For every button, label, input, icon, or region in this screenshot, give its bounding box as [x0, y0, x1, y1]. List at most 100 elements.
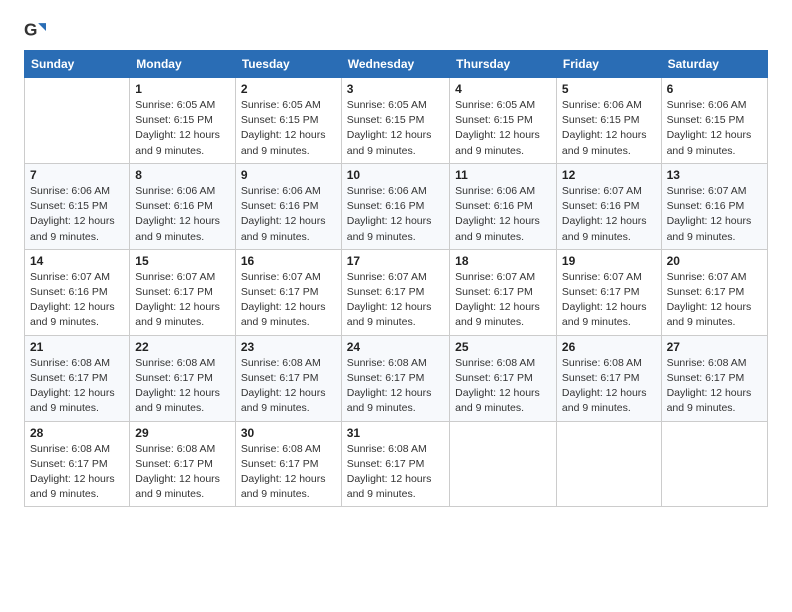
logo-icon: G: [24, 20, 46, 42]
day-details: Sunrise: 6:07 AMSunset: 6:16 PMDaylight:…: [30, 270, 124, 331]
day-number: 19: [562, 254, 656, 268]
calendar-cell: 7 Sunrise: 6:06 AMSunset: 6:15 PMDayligh…: [25, 163, 130, 249]
day-number: 1: [135, 82, 230, 96]
day-details: Sunrise: 6:06 AMSunset: 6:15 PMDaylight:…: [30, 184, 124, 245]
calendar-cell: 20 Sunrise: 6:07 AMSunset: 6:17 PMDaylig…: [661, 249, 767, 335]
calendar-cell: 1 Sunrise: 6:05 AMSunset: 6:15 PMDayligh…: [130, 78, 236, 164]
calendar-cell: 13 Sunrise: 6:07 AMSunset: 6:16 PMDaylig…: [661, 163, 767, 249]
day-number: 15: [135, 254, 230, 268]
svg-text:G: G: [24, 20, 37, 40]
day-details: Sunrise: 6:08 AMSunset: 6:17 PMDaylight:…: [347, 356, 444, 417]
day-details: Sunrise: 6:07 AMSunset: 6:17 PMDaylight:…: [241, 270, 336, 331]
day-number: 13: [667, 168, 762, 182]
weekday-header-sunday: Sunday: [25, 51, 130, 78]
calendar-cell: 21 Sunrise: 6:08 AMSunset: 6:17 PMDaylig…: [25, 335, 130, 421]
calendar-cell: 4 Sunrise: 6:05 AMSunset: 6:15 PMDayligh…: [450, 78, 557, 164]
calendar-cell: 19 Sunrise: 6:07 AMSunset: 6:17 PMDaylig…: [556, 249, 661, 335]
day-number: 29: [135, 426, 230, 440]
calendar-cell: 3 Sunrise: 6:05 AMSunset: 6:15 PMDayligh…: [341, 78, 449, 164]
day-number: 6: [667, 82, 762, 96]
day-details: Sunrise: 6:06 AMSunset: 6:15 PMDaylight:…: [667, 98, 762, 159]
day-details: Sunrise: 6:08 AMSunset: 6:17 PMDaylight:…: [135, 356, 230, 417]
day-number: 9: [241, 168, 336, 182]
day-details: Sunrise: 6:07 AMSunset: 6:17 PMDaylight:…: [667, 270, 762, 331]
day-details: Sunrise: 6:05 AMSunset: 6:15 PMDaylight:…: [135, 98, 230, 159]
calendar-cell: [661, 421, 767, 507]
week-row-4: 21 Sunrise: 6:08 AMSunset: 6:17 PMDaylig…: [25, 335, 768, 421]
week-row-1: 1 Sunrise: 6:05 AMSunset: 6:15 PMDayligh…: [25, 78, 768, 164]
week-row-3: 14 Sunrise: 6:07 AMSunset: 6:16 PMDaylig…: [25, 249, 768, 335]
weekday-header-tuesday: Tuesday: [235, 51, 341, 78]
calendar-cell: 10 Sunrise: 6:06 AMSunset: 6:16 PMDaylig…: [341, 163, 449, 249]
day-number: 14: [30, 254, 124, 268]
day-details: Sunrise: 6:07 AMSunset: 6:17 PMDaylight:…: [455, 270, 551, 331]
day-number: 23: [241, 340, 336, 354]
calendar-cell: 24 Sunrise: 6:08 AMSunset: 6:17 PMDaylig…: [341, 335, 449, 421]
day-number: 21: [30, 340, 124, 354]
calendar-cell: 28 Sunrise: 6:08 AMSunset: 6:17 PMDaylig…: [25, 421, 130, 507]
calendar-cell: 25 Sunrise: 6:08 AMSunset: 6:17 PMDaylig…: [450, 335, 557, 421]
calendar-cell: [450, 421, 557, 507]
calendar-cell: 6 Sunrise: 6:06 AMSunset: 6:15 PMDayligh…: [661, 78, 767, 164]
day-details: Sunrise: 6:08 AMSunset: 6:17 PMDaylight:…: [455, 356, 551, 417]
weekday-header-friday: Friday: [556, 51, 661, 78]
day-details: Sunrise: 6:08 AMSunset: 6:17 PMDaylight:…: [135, 442, 230, 503]
day-details: Sunrise: 6:06 AMSunset: 6:15 PMDaylight:…: [562, 98, 656, 159]
day-number: 18: [455, 254, 551, 268]
calendar-cell: [25, 78, 130, 164]
calendar-cell: [556, 421, 661, 507]
weekday-header-monday: Monday: [130, 51, 236, 78]
day-details: Sunrise: 6:08 AMSunset: 6:17 PMDaylight:…: [241, 356, 336, 417]
day-number: 25: [455, 340, 551, 354]
weekday-header-thursday: Thursday: [450, 51, 557, 78]
week-row-5: 28 Sunrise: 6:08 AMSunset: 6:17 PMDaylig…: [25, 421, 768, 507]
calendar-cell: 26 Sunrise: 6:08 AMSunset: 6:17 PMDaylig…: [556, 335, 661, 421]
day-number: 20: [667, 254, 762, 268]
day-details: Sunrise: 6:06 AMSunset: 6:16 PMDaylight:…: [347, 184, 444, 245]
day-details: Sunrise: 6:08 AMSunset: 6:17 PMDaylight:…: [562, 356, 656, 417]
day-number: 12: [562, 168, 656, 182]
calendar-cell: 17 Sunrise: 6:07 AMSunset: 6:17 PMDaylig…: [341, 249, 449, 335]
calendar-cell: 22 Sunrise: 6:08 AMSunset: 6:17 PMDaylig…: [130, 335, 236, 421]
calendar-cell: 29 Sunrise: 6:08 AMSunset: 6:17 PMDaylig…: [130, 421, 236, 507]
day-details: Sunrise: 6:08 AMSunset: 6:17 PMDaylight:…: [30, 356, 124, 417]
day-details: Sunrise: 6:08 AMSunset: 6:17 PMDaylight:…: [347, 442, 444, 503]
calendar-cell: 18 Sunrise: 6:07 AMSunset: 6:17 PMDaylig…: [450, 249, 557, 335]
calendar-cell: 9 Sunrise: 6:06 AMSunset: 6:16 PMDayligh…: [235, 163, 341, 249]
calendar-cell: 30 Sunrise: 6:08 AMSunset: 6:17 PMDaylig…: [235, 421, 341, 507]
calendar-cell: 11 Sunrise: 6:06 AMSunset: 6:16 PMDaylig…: [450, 163, 557, 249]
weekday-header-row: SundayMondayTuesdayWednesdayThursdayFrid…: [25, 51, 768, 78]
day-details: Sunrise: 6:06 AMSunset: 6:16 PMDaylight:…: [455, 184, 551, 245]
day-number: 10: [347, 168, 444, 182]
page-header: G: [24, 20, 768, 42]
week-row-2: 7 Sunrise: 6:06 AMSunset: 6:15 PMDayligh…: [25, 163, 768, 249]
day-number: 4: [455, 82, 551, 96]
calendar-cell: 2 Sunrise: 6:05 AMSunset: 6:15 PMDayligh…: [235, 78, 341, 164]
calendar-cell: 27 Sunrise: 6:08 AMSunset: 6:17 PMDaylig…: [661, 335, 767, 421]
day-details: Sunrise: 6:07 AMSunset: 6:17 PMDaylight:…: [347, 270, 444, 331]
day-details: Sunrise: 6:07 AMSunset: 6:16 PMDaylight:…: [667, 184, 762, 245]
day-number: 22: [135, 340, 230, 354]
day-number: 28: [30, 426, 124, 440]
calendar-cell: 12 Sunrise: 6:07 AMSunset: 6:16 PMDaylig…: [556, 163, 661, 249]
day-details: Sunrise: 6:05 AMSunset: 6:15 PMDaylight:…: [347, 98, 444, 159]
day-number: 16: [241, 254, 336, 268]
calendar-cell: 14 Sunrise: 6:07 AMSunset: 6:16 PMDaylig…: [25, 249, 130, 335]
calendar-cell: 5 Sunrise: 6:06 AMSunset: 6:15 PMDayligh…: [556, 78, 661, 164]
calendar-cell: 8 Sunrise: 6:06 AMSunset: 6:16 PMDayligh…: [130, 163, 236, 249]
day-details: Sunrise: 6:07 AMSunset: 6:17 PMDaylight:…: [135, 270, 230, 331]
day-number: 17: [347, 254, 444, 268]
day-number: 5: [562, 82, 656, 96]
calendar-cell: 16 Sunrise: 6:07 AMSunset: 6:17 PMDaylig…: [235, 249, 341, 335]
day-number: 11: [455, 168, 551, 182]
day-number: 7: [30, 168, 124, 182]
day-details: Sunrise: 6:05 AMSunset: 6:15 PMDaylight:…: [241, 98, 336, 159]
day-details: Sunrise: 6:05 AMSunset: 6:15 PMDaylight:…: [455, 98, 551, 159]
day-details: Sunrise: 6:06 AMSunset: 6:16 PMDaylight:…: [241, 184, 336, 245]
day-details: Sunrise: 6:07 AMSunset: 6:17 PMDaylight:…: [562, 270, 656, 331]
day-details: Sunrise: 6:07 AMSunset: 6:16 PMDaylight:…: [562, 184, 656, 245]
calendar-cell: 15 Sunrise: 6:07 AMSunset: 6:17 PMDaylig…: [130, 249, 236, 335]
weekday-header-saturday: Saturday: [661, 51, 767, 78]
calendar-cell: 23 Sunrise: 6:08 AMSunset: 6:17 PMDaylig…: [235, 335, 341, 421]
day-number: 31: [347, 426, 444, 440]
